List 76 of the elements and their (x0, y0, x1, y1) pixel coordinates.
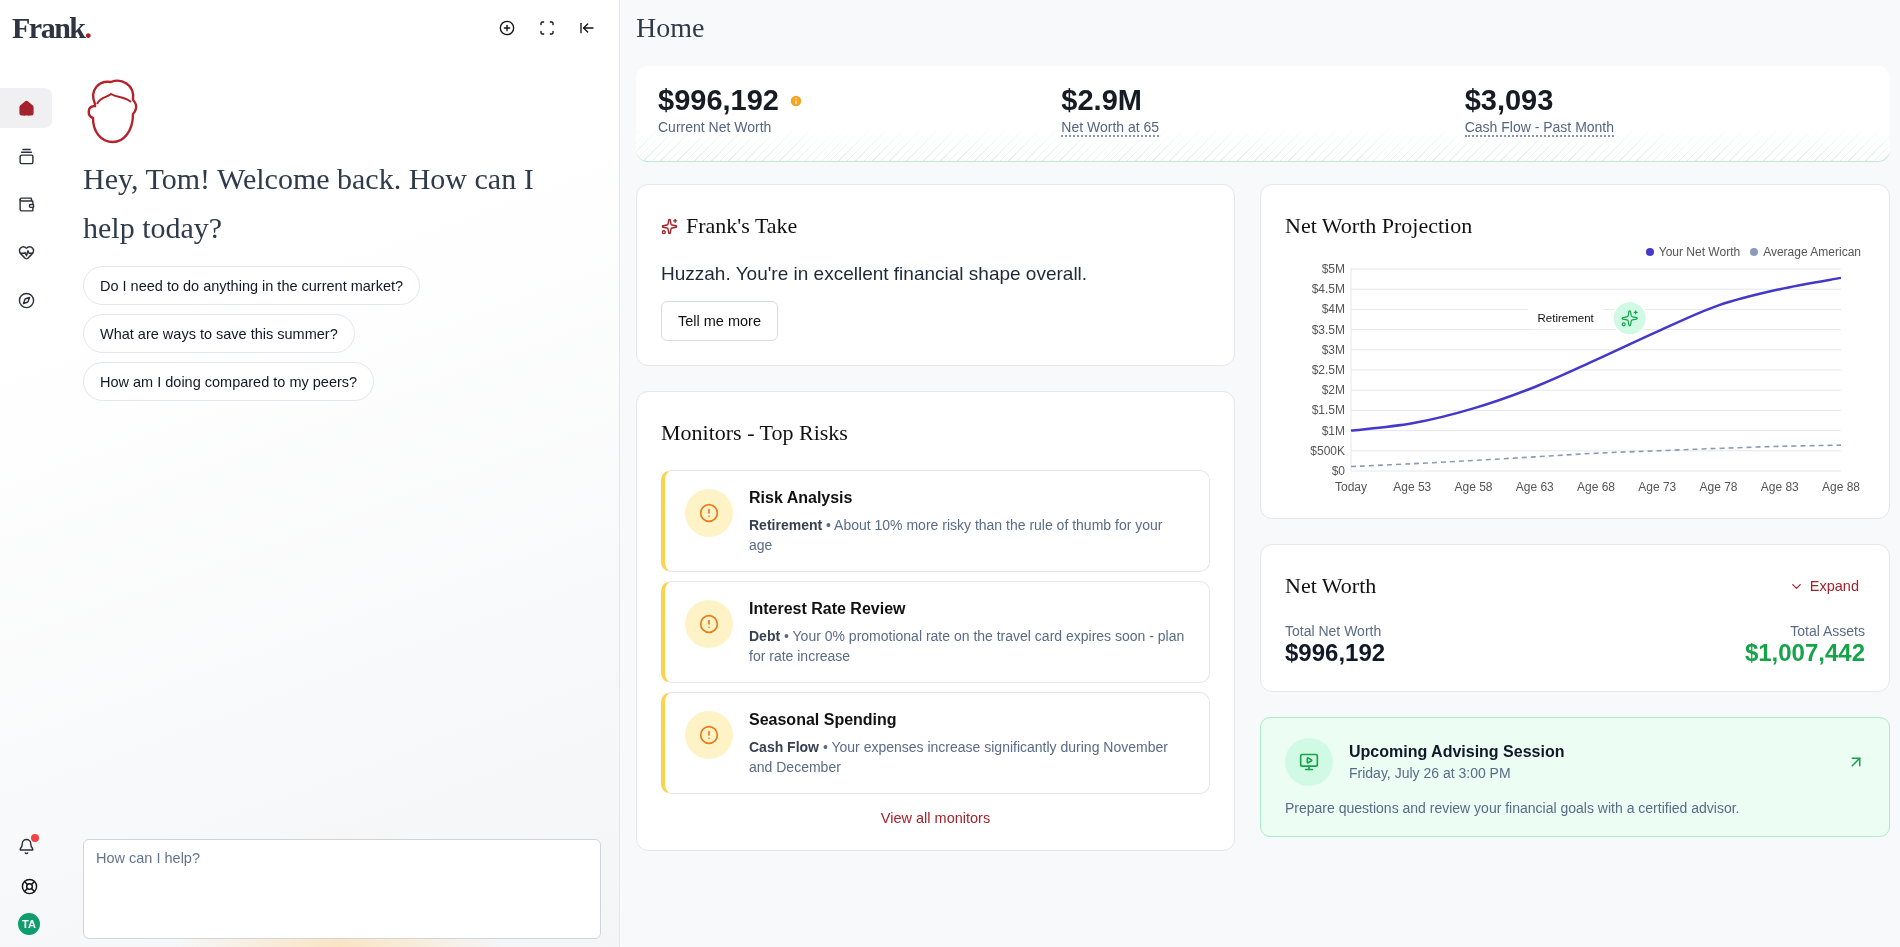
y-axis-label: $3.5M (1311, 322, 1345, 337)
bell-icon (17, 837, 35, 855)
session-title: Upcoming Advising Session (1349, 743, 1566, 761)
video-icon (1285, 738, 1333, 786)
session-card[interactable]: Upcoming Advising Session Friday, July 26 at 3:00 PM Prepare questions and review your financial goals with a certified advisor. (1260, 717, 1890, 837)
expand-button[interactable]: Expand (1782, 577, 1865, 595)
page-title: Home (636, 12, 706, 44)
legend-label: Your Net Worth (1658, 245, 1741, 259)
card-title: Net Worth Projection (1285, 213, 1473, 239)
monitor-title: Seasonal Spending (749, 711, 898, 729)
x-axis-label: Today (1335, 480, 1367, 494)
total-value: $996,192 (1285, 639, 1386, 667)
annotation: Retirement (1537, 312, 1595, 325)
monitor-description: Retirement • About 10% more risky than the rule of thumb for your age (749, 516, 1164, 555)
heart-pulse-icon (17, 243, 35, 261)
y-axis-label: $2M (1321, 383, 1345, 398)
y-axis-label: $2.5M (1311, 363, 1345, 377)
monitor-item[interactable]: Risk Analysis Retirement • About 10% more risky than the rule of thumb for your age (661, 470, 1210, 572)
wallet-icon (17, 195, 35, 213)
suggestion-chip[interactable]: How am I doing compared to my peers? (83, 362, 375, 401)
home-icon (17, 99, 35, 117)
monitor-title: Risk Analysis (749, 489, 854, 507)
y-axis-label: $500K (1310, 443, 1345, 458)
card-title: Frank's Take (686, 213, 798, 239)
sparkle-icon (661, 217, 678, 235)
x-axis-label: Age 58 (1454, 480, 1493, 494)
y-axis-label: $3M (1321, 342, 1345, 357)
y-axis-label: $4M (1321, 302, 1345, 317)
x-axis-label: Age 63 (1515, 480, 1554, 494)
view-all-link[interactable]: View all monitors (880, 810, 991, 826)
greeting-heading: Hey, Tom! Welcome back. How can I help today? (83, 161, 535, 246)
stat-label[interactable]: Net Worth at 65 (1061, 119, 1160, 137)
card-title: Monitors - Top Risks (661, 420, 848, 446)
suggestion-chip[interactable]: What are ways to save this summer? (83, 314, 355, 353)
retirement-marker[interactable] (1611, 300, 1648, 337)
card-title: Net Worth (1285, 573, 1377, 599)
sparkle-icon (1622, 310, 1638, 326)
assets-value: $1,007,442 (1744, 639, 1865, 667)
alert-icon (685, 711, 733, 759)
y-axis-label: $1M (1321, 423, 1345, 438)
chat-input[interactable]: How can I help? (83, 839, 601, 939)
compass-icon (17, 291, 35, 309)
y-axis-label: $1.5M (1311, 403, 1345, 418)
monitor-description: Debt • Your 0% promotional rate on the travel card expires soon - plan for rate increase (749, 627, 1186, 666)
stack-icon (17, 147, 35, 165)
x-axis-label: Age 68 (1577, 480, 1615, 494)
x-axis-label: Age 83 (1760, 480, 1799, 494)
stat-value: $996,192 (658, 84, 779, 117)
y-axis-label: $5M (1321, 262, 1345, 276)
x-axis-label: Age 53 (1393, 480, 1432, 494)
stat-label: Current Net Worth (658, 119, 772, 137)
stat-value: $2.9M (1061, 84, 1142, 117)
annotation-label: Retirement (1527, 307, 1604, 330)
nav-item[interactable] (0, 88, 52, 128)
alert-icon (685, 600, 733, 648)
legend-label: Average American (1763, 245, 1861, 259)
stat-value: $3,093 (1464, 84, 1554, 117)
monitor-title: Interest Rate Review (749, 600, 907, 618)
alert-icon (685, 489, 733, 537)
monitor-description: Cash Flow • Your expenses increase significantly during November and December (749, 738, 1169, 777)
stat-label[interactable]: Cash Flow - Past Month (1464, 119, 1615, 137)
x-axis-label: Age 78 (1699, 480, 1738, 494)
session-description: Prepare questions and review your financial goals with a certified advisor. (1285, 800, 1741, 816)
tell-me-more-button[interactable]: Tell me more (661, 301, 778, 341)
monitor-item[interactable]: Interest Rate Review Debt • Your 0% promotional rate on the travel card expires soon - plan for rate increase (661, 581, 1210, 683)
take-message: Huzzah. You're in excellent financial shape overall. (661, 263, 1089, 285)
suggestion-chip[interactable]: Do I need to do anything in the current market? (83, 266, 421, 305)
x-axis-label: Age 88 (1822, 480, 1860, 494)
y-axis-label: $4.5M (1311, 282, 1345, 297)
session-time: Friday, July 26 at 3:00 PM (1349, 765, 1512, 781)
total-label: Total Net Worth (1285, 623, 1382, 639)
x-axis-label: Age 73 (1638, 480, 1677, 494)
assets-label: Total Assets (1790, 623, 1865, 639)
y-axis-label: $0 (1331, 464, 1345, 478)
monitor-item[interactable]: Seasonal Spending Cash Flow • Your expenses increase significantly during November and December (661, 692, 1210, 794)
logo[interactable]: Frank. (12, 11, 91, 45)
